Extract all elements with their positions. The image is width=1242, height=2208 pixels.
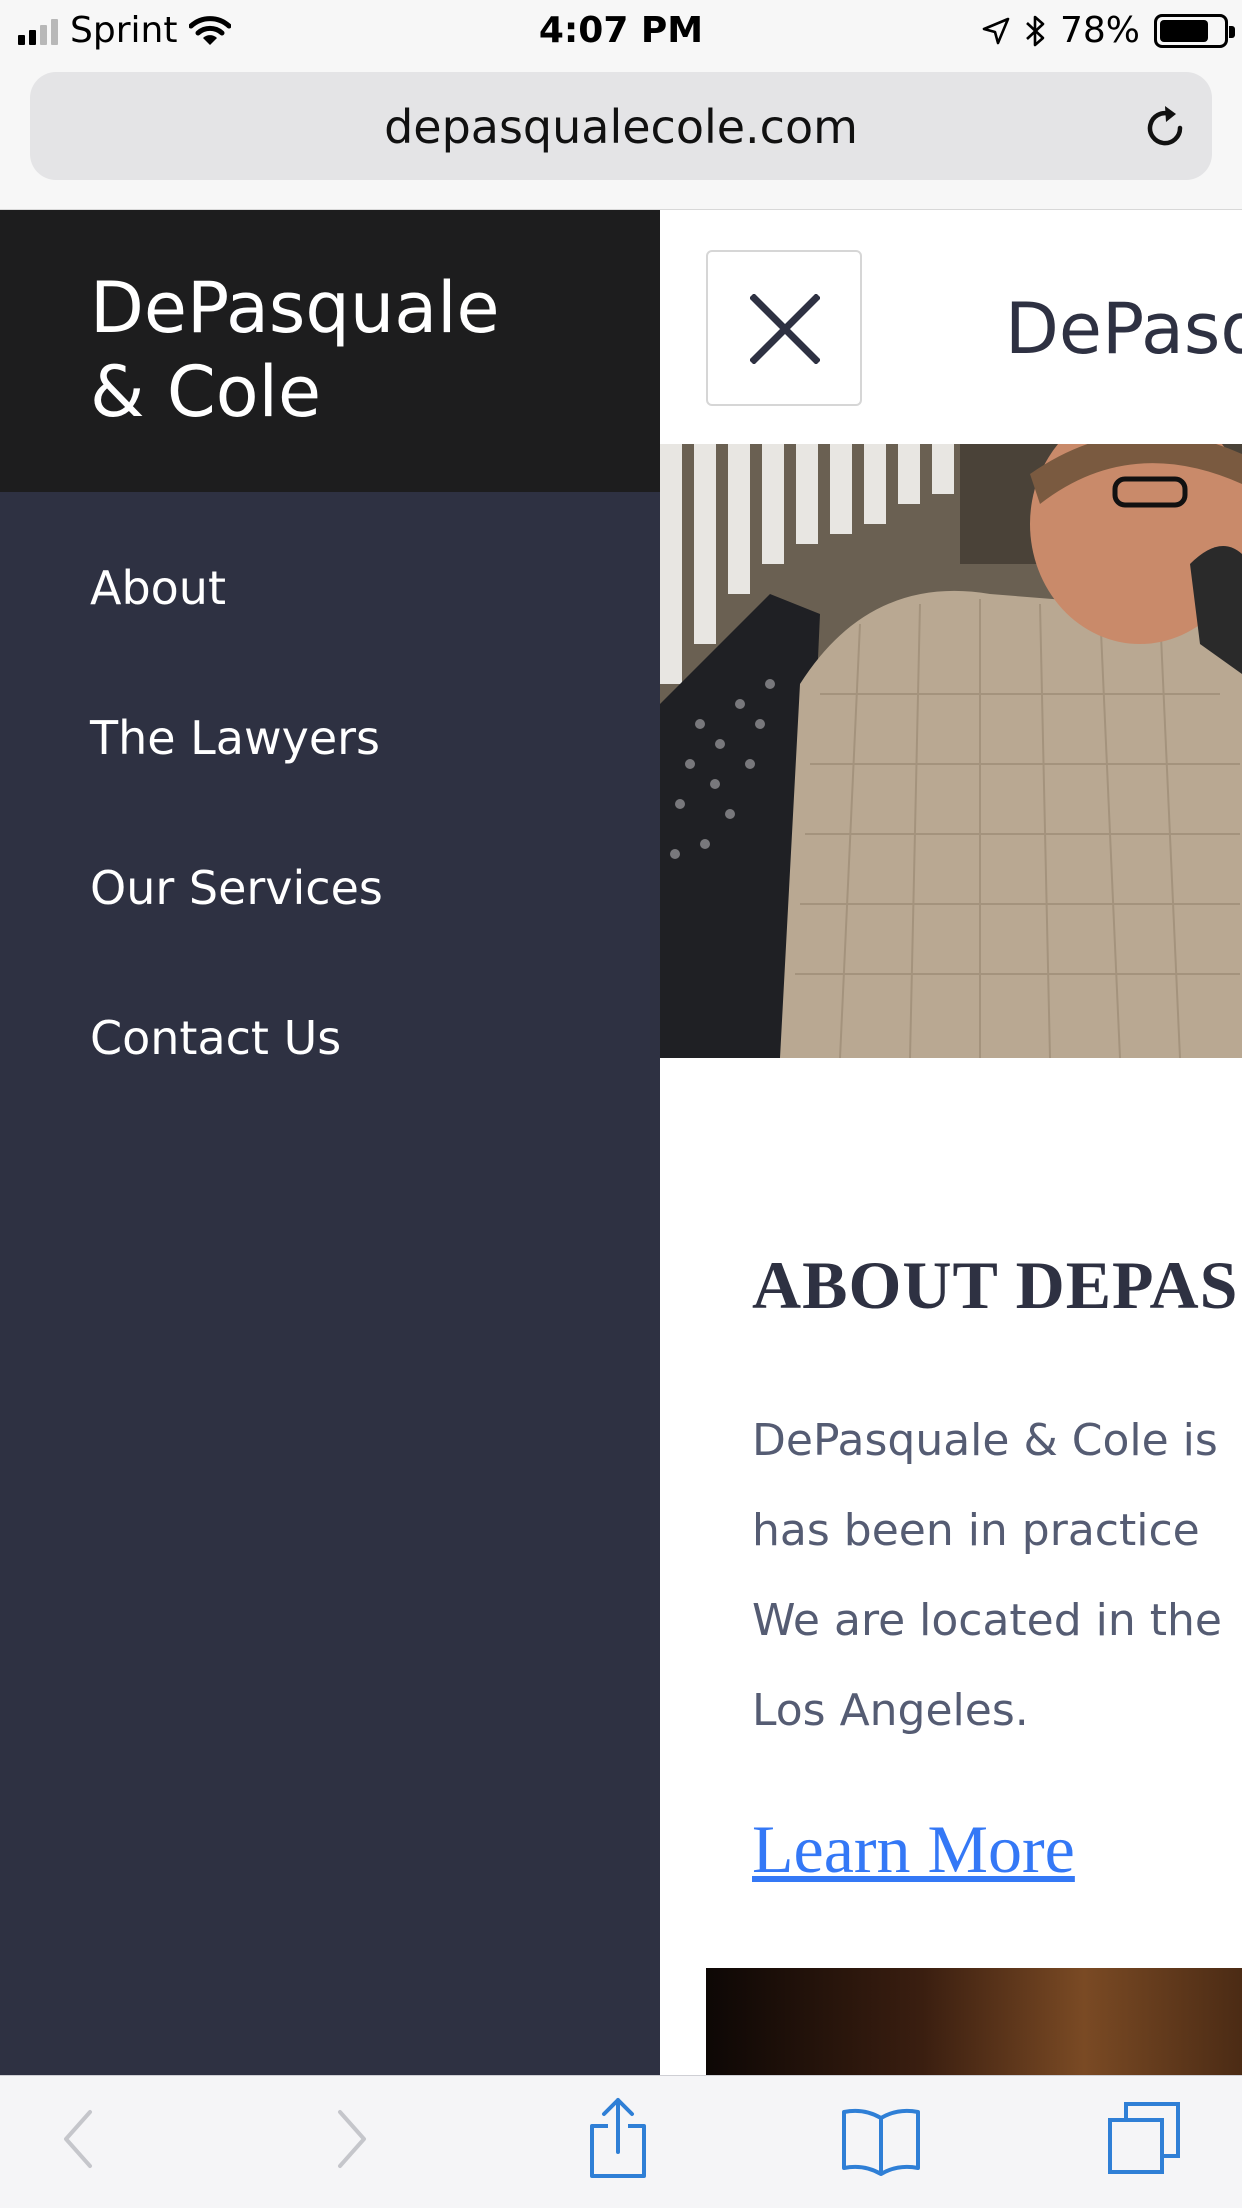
status-right: 78% (982, 10, 1235, 51)
about-line-3: We are located in the (752, 1595, 1222, 1646)
secondary-image (706, 1968, 1242, 2075)
brand-line-2: & Cole (90, 351, 322, 433)
nav-item-our-services[interactable]: Our Services (90, 860, 383, 1010)
close-icon (750, 294, 820, 364)
about-line-4: Los Angeles. (752, 1685, 1029, 1736)
address-bar[interactable]: depasqualecole.com (30, 72, 1212, 180)
browser-address-area: depasqualecole.com (0, 62, 1242, 210)
reload-icon[interactable] (1140, 102, 1190, 152)
forward-arrow-icon[interactable] (332, 2104, 372, 2174)
about-heading: ABOUT DEPAS (752, 1247, 1239, 1323)
site-title[interactable]: DePasq (1005, 288, 1242, 370)
drawer-header: DePasquale & Cole (0, 210, 660, 492)
battery-percent: 78% (1059, 10, 1140, 51)
drawer-nav: About The Lawyers Our Services Contact U… (90, 560, 383, 1160)
battery-fill (1160, 19, 1208, 42)
page-content: DePasq ABOUT DEPAS DePasquale & Cole is … (660, 210, 1242, 2075)
back-arrow-icon[interactable] (58, 2104, 98, 2174)
nav-item-the-lawyers[interactable]: The Lawyers (90, 710, 383, 860)
learn-more-link[interactable]: Learn More (752, 1810, 1075, 1889)
about-line-1: DePasquale & Cole is (752, 1415, 1218, 1466)
tabs-icon[interactable] (1106, 2100, 1182, 2176)
bookmarks-icon[interactable] (840, 2106, 922, 2176)
browser-toolbar (0, 2075, 1242, 2208)
nav-item-about[interactable]: About (90, 560, 383, 710)
url-text[interactable]: depasqualecole.com (30, 100, 1212, 154)
about-line-2: has been in practice (752, 1505, 1200, 1556)
nav-item-contact-us[interactable]: Contact Us (90, 1010, 383, 1160)
battery-icon (1154, 13, 1235, 48)
about-body: DePasquale & Cole is has been in practic… (752, 1396, 1242, 1756)
share-icon[interactable] (586, 2096, 650, 2180)
bluetooth-icon (1026, 15, 1045, 46)
side-drawer: DePasquale & Cole About The Lawyers Our … (0, 210, 660, 2075)
close-menu-button[interactable] (706, 250, 862, 406)
hero-image (660, 444, 1242, 1058)
brand-line-1: DePasquale (90, 267, 500, 349)
location-icon (982, 17, 1010, 44)
drawer-brand[interactable]: DePasquale & Cole (90, 266, 610, 434)
status-bar: Sprint 4:07 PM 78% (0, 0, 1242, 62)
